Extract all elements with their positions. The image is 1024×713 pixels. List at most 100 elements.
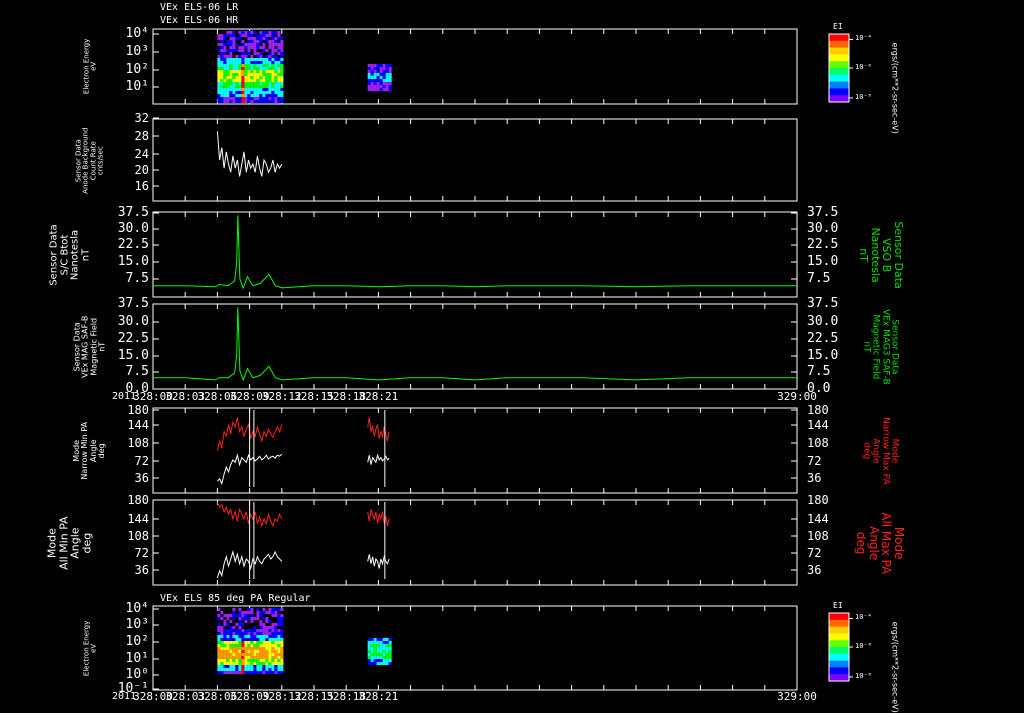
- spectrogram-cell: [238, 73, 242, 76]
- spectrogram-cell: [367, 79, 371, 82]
- spectrogram-cell: [265, 55, 269, 58]
- spectrogram-cell: [367, 638, 371, 641]
- y-tick-label: 10¹: [125, 651, 149, 667]
- y-tick-label-right: 144: [807, 417, 829, 432]
- spectrogram-cell: [226, 665, 230, 668]
- spectrogram-cell: [229, 52, 233, 55]
- spectrogram-cell: [280, 662, 284, 665]
- y-tick-label: 72: [134, 453, 149, 468]
- spectrogram-cell: [235, 82, 239, 85]
- spectrogram-cell: [376, 70, 380, 73]
- spectrogram-cell: [247, 635, 251, 638]
- spectrogram-cell: [268, 647, 272, 650]
- spectrogram-cell: [265, 647, 269, 650]
- spectrogram-cell: [280, 79, 284, 82]
- spectrogram-cell: [376, 64, 380, 67]
- spectrogram-cell: [271, 650, 275, 653]
- spectrogram-cell: [256, 629, 260, 632]
- spectrogram-cell: [217, 671, 221, 674]
- spectrogram-cell: [277, 34, 281, 37]
- series-line-pa-late-0: [367, 554, 390, 569]
- spectrogram-cell: [217, 629, 221, 632]
- spectrogram-cell: [241, 85, 245, 88]
- spectrogram-cell: [223, 662, 227, 665]
- spectrogram-cell: [388, 638, 392, 641]
- spectrogram-cell: [376, 647, 380, 650]
- spectrogram-cell: [277, 653, 281, 656]
- spectrogram-cell: [259, 665, 263, 668]
- spectrogram-cell: [277, 617, 281, 620]
- spectrogram-cell: [235, 638, 239, 641]
- spectrogram-cell: [265, 73, 269, 76]
- spectrogram-cell: [226, 617, 230, 620]
- spectrogram-cell: [250, 641, 254, 644]
- spectrogram-cell: [388, 79, 392, 82]
- spectrogram-cell: [259, 40, 263, 43]
- spectrogram-cell: [247, 641, 251, 644]
- colorbar-swatch: [829, 88, 849, 96]
- spectrogram-cell: [277, 49, 281, 52]
- spectrogram-cell: [226, 668, 230, 671]
- spectrogram-cell: [382, 644, 386, 647]
- spectrogram-cell: [220, 40, 224, 43]
- spectrogram-cell: [250, 659, 254, 662]
- spectrogram-cell: [277, 70, 281, 73]
- spectrogram-cell: [217, 82, 221, 85]
- spectrogram-cell: [241, 82, 245, 85]
- colorbar-swatch: [829, 667, 849, 675]
- spectrogram-cell: [256, 67, 260, 70]
- spectrogram-cell: [268, 58, 272, 61]
- spectrogram-cell: [232, 656, 236, 659]
- spectrogram-cell: [277, 623, 281, 626]
- spectrogram-cell: [217, 37, 221, 40]
- panel-frame-vex-mag-saf-b: [152, 303, 798, 390]
- spectrogram-cell: [280, 623, 284, 626]
- spectrogram-cell: [274, 58, 278, 61]
- y-tick-label-right: 180: [807, 402, 829, 417]
- spectrogram-cell: [250, 635, 254, 638]
- spectrogram-cell: [265, 91, 269, 94]
- spectrogram-cell: [271, 668, 275, 671]
- spectrogram-cell: [241, 94, 245, 97]
- spectrogram-cell: [373, 79, 377, 82]
- spectrogram-cell: [241, 635, 245, 638]
- spectrogram-cell: [226, 623, 230, 626]
- spectrogram-cell: [238, 623, 242, 626]
- spectrogram-cell: [277, 85, 281, 88]
- spectrogram-cell: [277, 656, 281, 659]
- spectrogram-cell: [244, 43, 248, 46]
- y-tick-label: 30.0: [117, 314, 149, 330]
- colorbar-tick-label: 10⁻⁶: [855, 63, 872, 71]
- spectrogram-cell: [274, 647, 278, 650]
- spectrogram-cell: [217, 70, 221, 73]
- spectrogram-cell: [280, 43, 284, 46]
- spectrogram-cell: [253, 52, 257, 55]
- spectrogram-cell: [247, 671, 251, 674]
- spectrogram-cell: [223, 55, 227, 58]
- spectrogram-cell: [385, 644, 389, 647]
- y-tick-label: 10¹: [125, 79, 149, 95]
- spectrogram-cell: [280, 97, 284, 100]
- spectrogram-cell: [220, 64, 224, 67]
- spectrogram-cell: [229, 37, 233, 40]
- spectrogram-cell: [259, 52, 263, 55]
- spectrogram-cell: [244, 67, 248, 70]
- spectrogram-cell: [256, 638, 260, 641]
- spectrogram-cell: [232, 73, 236, 76]
- spectrogram-cell: [256, 79, 260, 82]
- spectrogram-cell: [280, 88, 284, 91]
- spectrogram-cell: [271, 626, 275, 629]
- ylabel-anode-background: Sensor Data Anode Background Count Rate …: [74, 127, 105, 194]
- spectrogram-cell: [226, 614, 230, 617]
- spectrogram-cell: [385, 656, 389, 659]
- spectrogram-cell: [259, 76, 263, 79]
- spectrogram-cell: [280, 608, 284, 611]
- spectrogram-cell: [250, 40, 254, 43]
- spectrogram-cell: [217, 626, 221, 629]
- spectrogram-cell: [253, 635, 257, 638]
- colorbar-swatch: [829, 95, 849, 103]
- colorbar-tick-label: 10⁻⁸: [855, 92, 872, 101]
- spectrogram-cell: [265, 629, 269, 632]
- spectrogram-cell: [217, 632, 221, 635]
- spectrogram-cell: [232, 91, 236, 94]
